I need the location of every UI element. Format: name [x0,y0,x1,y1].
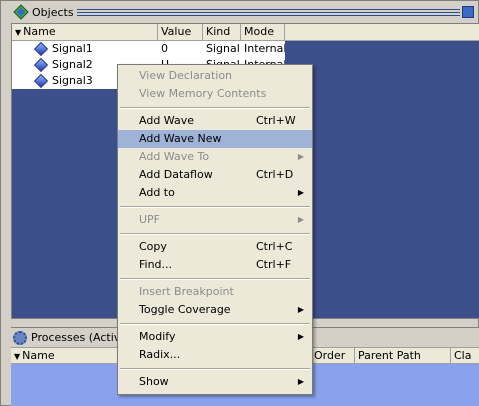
menu-item-label: View Declaration [139,69,233,82]
menu-item-view-memory-contents[interactable]: View Memory Contents [118,85,312,103]
context-menu: View Declaration View Memory Contents Ad… [117,64,313,395]
signal-diamond-icon [33,41,49,57]
menu-item-label: UPF [139,213,161,226]
menu-item-modify[interactable]: Modify ▶ [118,328,312,346]
menu-item-label: Modify [139,330,176,343]
column-header-order[interactable]: Order [311,348,355,364]
signal-name-cell: Signal1 [12,41,158,57]
title-rule [76,8,461,16]
gear-icon [13,330,27,345]
signal-mode: Internal [244,42,285,55]
triangle-right-icon: ▶ [297,305,304,314]
triangle-right-icon: ▶ [297,152,304,161]
menu-item-shortcut: Ctrl+D [256,168,294,181]
menu-item-add-wave-new[interactable]: Add Wave New [118,130,312,148]
column-label: Name [22,349,55,362]
signal-name: Signal1 [52,42,93,55]
menu-item-label: Add to [139,186,175,199]
main-window: Objects ▼ Name Value Kind Mode Signal1 0 … [0,0,479,406]
menu-separator [120,368,310,370]
signal-diamond-icon [33,57,49,73]
signal-diamond-icon [33,73,49,89]
menu-item-add-to[interactable]: Add to ▶ [118,184,312,202]
menu-item-shortcut: Ctrl+W [256,114,296,127]
triangle-right-icon: ▶ [297,188,304,197]
triangle-right-icon: ▶ [297,377,304,386]
signal-name: Signal2 [52,58,93,71]
objects-title-bar[interactable]: Objects [3,3,476,21]
menu-item-show[interactable]: Show ▶ [118,373,312,391]
objects-title: Objects [32,5,74,19]
menu-item-label: Add Wave [139,114,194,127]
column-header-parent-path[interactable]: Parent Path [355,348,451,364]
triangle-right-icon: ▶ [297,215,304,224]
menu-item-view-declaration[interactable]: View Declaration [118,67,312,85]
menu-separator [120,107,310,109]
column-header-value[interactable]: Value [158,24,203,40]
objects-window-icon [13,4,29,20]
menu-item-shortcut: Ctrl+C [256,240,293,253]
menu-item-label: Toggle Coverage [139,303,231,316]
menu-item-label: Show [139,375,169,388]
menu-separator [120,323,310,325]
column-header-name[interactable]: ▼ Name [12,24,158,40]
menu-item-label: Add Dataflow [139,168,213,181]
triangle-right-icon: ▶ [297,332,304,341]
menu-item-add-dataflow[interactable]: Add Dataflow Ctrl+D [118,166,312,184]
menu-item-label: Add Wave To [139,150,210,163]
sort-icon[interactable]: ▼ [14,352,20,361]
table-row[interactable]: Signal1 0 Signal Internal [12,41,285,57]
menu-separator [120,278,310,280]
menu-separator [120,206,310,208]
menu-item-find[interactable]: Find... Ctrl+F [118,256,312,274]
menu-item-radix[interactable]: Radix... [118,346,312,364]
menu-item-label: Radix... [139,348,181,361]
menu-item-add-wave-to[interactable]: Add Wave To ▶ [118,148,312,166]
column-header-kind[interactable]: Kind [203,24,241,40]
window-button[interactable] [462,6,474,18]
menu-item-label: Add Wave New [139,132,222,145]
menu-item-toggle-coverage[interactable]: Toggle Coverage ▶ [118,301,312,319]
signal-kind: Signal [206,42,240,55]
menu-item-upf[interactable]: UPF ▶ [118,211,312,229]
menu-separator [120,233,310,235]
signal-name: Signal3 [52,74,93,87]
menu-item-label: Copy [139,240,167,253]
menu-item-copy[interactable]: Copy Ctrl+C [118,238,312,256]
menu-item-insert-breakpoint[interactable]: Insert Breakpoint [118,283,312,301]
menu-item-shortcut: Ctrl+F [256,258,292,271]
menu-item-add-wave[interactable]: Add Wave Ctrl+W [118,112,312,130]
column-label: Name [23,25,56,38]
objects-header: ▼ Name Value Kind Mode [12,24,479,41]
menu-item-label: Insert Breakpoint [139,285,234,298]
column-header-mode[interactable]: Mode [241,24,285,40]
column-header-class[interactable]: Cla [451,348,479,364]
sort-icon[interactable]: ▼ [15,28,21,37]
signal-value: 0 [161,42,168,55]
menu-item-label: Find... [139,258,173,271]
menu-item-label: View Memory Contents [139,87,267,100]
